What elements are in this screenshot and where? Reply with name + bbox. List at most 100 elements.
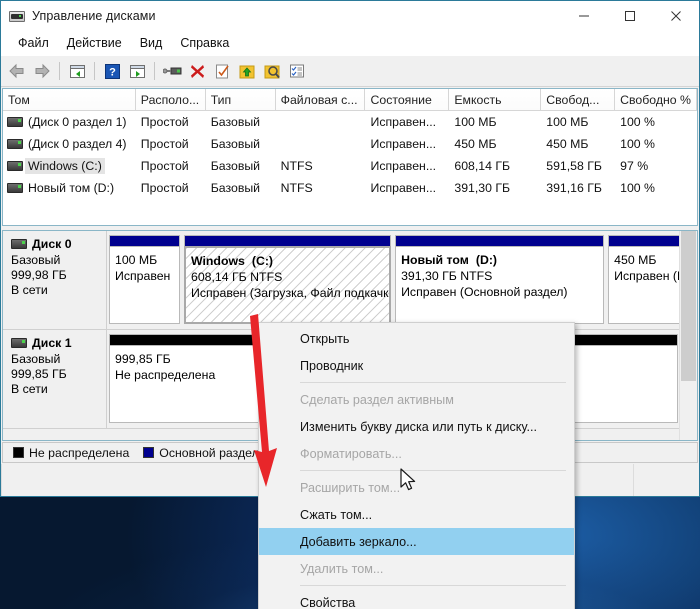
cell-free_pct: 97 % xyxy=(620,159,649,173)
partition-size: 391,30 ГБ NTFS xyxy=(401,269,493,283)
cell-layout: Простой xyxy=(140,137,189,151)
partition-status: Исправен xyxy=(115,269,171,283)
volume-icon xyxy=(7,183,23,193)
cell-free_pct: 100 % xyxy=(620,181,655,195)
check-icon[interactable] xyxy=(210,59,234,83)
title-bar: Управление дисками xyxy=(1,1,699,31)
context-menu-item[interactable]: Добавить зеркало... xyxy=(259,528,574,555)
disk-info-panel[interactable]: Диск 0 Базовый 999,98 ГБ В сети xyxy=(3,231,107,329)
status-segment-2 xyxy=(572,464,633,496)
cell-free_pct: 100 % xyxy=(620,115,655,129)
disk-name: Диск 1 xyxy=(32,336,72,350)
list-up-icon[interactable] xyxy=(65,59,89,83)
scrollbar-thumb[interactable] xyxy=(681,231,696,381)
column-header[interactable]: Свобод... xyxy=(541,89,616,111)
cell-type: Базовый xyxy=(210,159,261,173)
context-menu-item[interactable]: Свойства xyxy=(259,589,574,609)
disk-title: Диск 1 xyxy=(11,336,100,350)
disk-info-panel[interactable]: Диск 1 Базовый 999,85 ГБ В сети xyxy=(3,330,107,428)
list-down-icon[interactable] xyxy=(125,59,149,83)
column-header[interactable]: Файловая с... xyxy=(275,89,366,111)
menu-separator xyxy=(300,585,566,586)
cell-free: 450 МБ xyxy=(546,137,589,151)
volume-label: (Диск 0 раздел 4) xyxy=(28,137,127,151)
column-header[interactable]: Располо... xyxy=(135,89,206,111)
context-menu-item: Удалить том... xyxy=(300,561,384,576)
table-row[interactable]: Новый том (D:) Простой Базовый NTFS Исправен… xyxy=(3,177,697,199)
toolbar-separator xyxy=(154,62,155,80)
connect-drive-icon[interactable] xyxy=(160,59,184,83)
cell-capacity: 450 МБ xyxy=(454,137,497,151)
cell-status: Исправен... xyxy=(370,137,437,151)
partition-letter: (C:) xyxy=(251,254,274,268)
disk-title: Диск 0 xyxy=(11,237,100,251)
forward-icon[interactable] xyxy=(30,59,54,83)
volume-name-cell: Новый том (D:) xyxy=(3,177,136,199)
status-segment-3 xyxy=(633,464,699,496)
volume-icon xyxy=(7,139,23,149)
close-button[interactable] xyxy=(653,1,699,31)
menu-help[interactable]: Справка xyxy=(171,34,238,52)
partition-block[interactable]: Новый том (D:) 391,30 ГБ NTFS Исправен (Осн… xyxy=(395,235,605,324)
legend-item: Не распределена xyxy=(13,446,129,460)
svg-text:?: ? xyxy=(109,66,116,78)
cell-capacity: 100 МБ xyxy=(454,115,497,129)
menu-view[interactable]: Вид xyxy=(131,34,172,52)
context-menu-item[interactable]: Сжать том... xyxy=(259,501,574,528)
partition-details: Новый том (D:) 391,30 ГБ NTFS Исправен (Осн… xyxy=(395,246,605,324)
table-row[interactable]: (Диск 0 раздел 4) Простой Базовый Исправен.… xyxy=(3,133,697,155)
disk-icon xyxy=(11,239,27,249)
delete-icon[interactable] xyxy=(185,59,209,83)
volume-icon xyxy=(7,117,23,127)
cell-free: 391,16 ГБ xyxy=(546,181,602,195)
column-header[interactable]: Свободно % xyxy=(615,89,697,111)
vertical-scrollbar[interactable] xyxy=(679,231,697,440)
menu-action[interactable]: Действие xyxy=(58,34,131,52)
back-icon[interactable] xyxy=(5,59,29,83)
properties-icon[interactable] xyxy=(285,59,309,83)
partition-block[interactable]: Windows (C:) 608,14 ГБ NTFS Исправен (Загру… xyxy=(184,235,392,324)
window-controls xyxy=(561,1,699,31)
partition-block[interactable]: 450 МБ Исправен (Разд xyxy=(608,235,680,324)
disk-management-icon xyxy=(9,8,25,24)
maximize-button[interactable] xyxy=(607,1,653,31)
volume-label: (Диск 0 раздел 1) xyxy=(28,115,127,129)
partition-capacity-bar xyxy=(395,235,605,246)
cell-filesystem xyxy=(276,111,366,133)
partition-size: 608,14 ГБ NTFS xyxy=(191,270,283,284)
cell-filesystem: NTFS xyxy=(280,159,313,173)
disk-name: Диск 0 xyxy=(32,237,72,251)
column-header[interactable]: Тип xyxy=(205,89,276,111)
partition-status: Исправен (Загрузка, Файл подкачки xyxy=(191,286,392,300)
column-header[interactable]: Емкость xyxy=(449,89,542,111)
table-row[interactable]: Windows (C:) Простой Базовый NTFS Исправен..… xyxy=(3,155,697,177)
partition-block[interactable]: 100 МБ Исправен xyxy=(109,235,180,324)
partition-size: 450 МБ xyxy=(614,253,657,267)
cell-type: Базовый xyxy=(210,137,261,151)
cell-filesystem: NTFS xyxy=(280,181,313,195)
table-row[interactable]: (Диск 0 раздел 1) Простой Базовый Исправен.… xyxy=(3,111,697,133)
partition-status: Исправен (Разд xyxy=(614,269,680,283)
upload-icon[interactable] xyxy=(235,59,259,83)
volume-name-cell: Windows (C:) xyxy=(3,155,136,177)
menu-file[interactable]: Файл xyxy=(9,34,58,52)
context-menu-item[interactable]: Изменить букву диска или путь к диску... xyxy=(259,413,574,440)
help-icon[interactable]: ? xyxy=(100,59,124,83)
disk-type: Базовый xyxy=(11,352,61,366)
context-menu-item[interactable]: Открыть xyxy=(259,325,574,352)
legend-item: Основной раздел xyxy=(143,445,259,460)
column-header[interactable]: Состояние xyxy=(365,89,450,111)
column-header[interactable]: Том xyxy=(3,89,136,111)
search-folder-icon[interactable] xyxy=(260,59,284,83)
context-menu: Открыть Проводник Сделать раздел активным И… xyxy=(258,322,575,609)
volume-label: Новый том (D:) xyxy=(28,181,115,195)
legend-swatch xyxy=(13,447,24,458)
legend-label: Основной раздел xyxy=(159,445,259,460)
cell-capacity: 608,14 ГБ xyxy=(454,159,511,173)
cell-free: 100 МБ xyxy=(546,115,589,129)
minimize-button[interactable] xyxy=(561,1,607,31)
partition-details: 100 МБ Исправен xyxy=(109,246,180,324)
disk-type: Базовый xyxy=(11,253,61,267)
cell-free_pct: 100 % xyxy=(620,137,655,151)
context-menu-item[interactable]: Проводник xyxy=(259,352,574,379)
